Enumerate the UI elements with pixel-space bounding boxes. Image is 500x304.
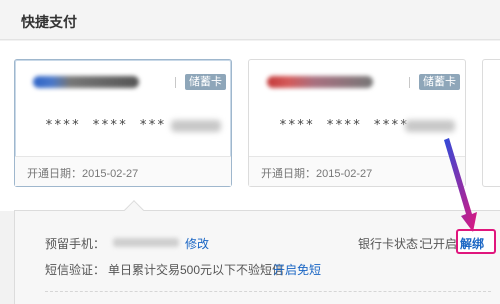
card-type-badge: 储蓄卡 [185,74,226,90]
bank-card-2[interactable]: 储蓄卡 **** **** **** 开通日期：2015-02-27 [248,59,466,187]
card-number: **** **** **** [279,118,409,133]
open-date: 开通日期：2015-02-27 [27,168,139,180]
card-status-value: 已开启 [421,237,458,251]
bank-card-1[interactable]: 储蓄卡 **** **** *** 开通日期：2015-02-27 [14,59,232,187]
divider [175,77,176,88]
sms-label: 短信验证： [45,263,106,277]
bank-card-3-partial[interactable] [482,59,500,187]
card-detail-panel: 预留手机： 修改 银行卡状态： 已开启 解绑 短信验证： 单日累计交易500元以… [14,200,500,304]
unbind-link[interactable]: 解绑 [460,235,484,252]
card-number: **** **** *** [45,118,166,133]
open-date: 开通日期：2015-02-27 [261,168,373,180]
card-footer: 开通日期：2015-02-27 [249,156,465,186]
phone-label: 预留手机： [45,237,106,251]
section-header: 快捷支付 [0,0,500,40]
card-footer: 开通日期：2015-02-27 [15,156,231,186]
bank-logo-redacted [33,76,139,88]
phone-number-redacted [113,238,179,247]
card-type-badge: 储蓄卡 [419,74,460,90]
enable-sms-free-link[interactable]: 开启免短 [273,261,321,278]
section-title: 快捷支付 [21,14,77,30]
card-number-redacted [171,120,221,132]
sms-description: 单日累计交易500元以下不验短信 [108,263,285,277]
dashed-divider [45,291,491,292]
divider [409,77,410,88]
card-status-label: 银行卡状态： [358,237,431,251]
bank-logo-redacted [267,76,373,88]
modify-phone-link[interactable]: 修改 [185,235,209,252]
card-number-redacted [405,120,455,132]
